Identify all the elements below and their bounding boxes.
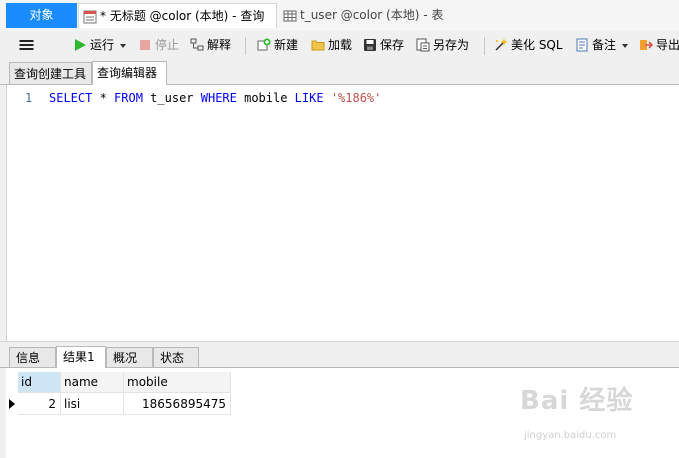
save-as-button[interactable]: 另存为: [416, 31, 469, 60]
sql-editor[interactable]: 1 SELECT * FROM t_user WHERE mobile LIKE…: [6, 85, 679, 341]
save-label: 保存: [380, 38, 405, 52]
folder-icon: [311, 40, 325, 50]
run-button[interactable]: 运行: [73, 31, 127, 60]
tab-table[interactable]: t_user @color (本地) - 表: [279, 3, 529, 28]
table-cell-id[interactable]: 2: [18, 394, 61, 415]
tab-table-label: t_user @color (本地) - 表: [300, 8, 444, 22]
explain-button[interactable]: 解释: [190, 31, 231, 60]
sql-keyword-from: FROM: [114, 91, 143, 105]
sql-code-line[interactable]: SELECT * FROM t_user WHERE mobile LIKE '…: [49, 91, 381, 105]
tab-overview[interactable]: 概况: [106, 347, 153, 367]
toolbar-divider: [484, 37, 485, 55]
tab-query[interactable]: * 无标题 @color (本地) - 查询: [78, 3, 277, 28]
comment-button[interactable]: 备注: [575, 31, 629, 60]
document-tab-bar: 对象 * 无标题 @color (本地) - 查询 t_user @color …: [0, 0, 679, 32]
comment-label: 备注: [592, 38, 617, 52]
watermark-url: jingyan.baidu.com: [524, 430, 617, 441]
export-label: 导出: [656, 38, 679, 52]
export-icon: [640, 39, 653, 50]
explain-icon: [190, 38, 204, 50]
column-header-name[interactable]: name: [61, 372, 124, 393]
table-icon: [283, 10, 297, 21]
load-label: 加载: [328, 38, 353, 52]
tab-status[interactable]: 状态: [153, 347, 199, 367]
column-header-mobile[interactable]: mobile: [124, 372, 231, 393]
load-button[interactable]: 加载: [311, 31, 352, 60]
chevron-down-icon[interactable]: [120, 43, 127, 48]
table-cell-mobile[interactable]: 18656895475: [124, 394, 231, 415]
new-label: 新建: [274, 38, 299, 52]
chevron-down-icon[interactable]: [622, 43, 629, 48]
save-button[interactable]: 保存: [363, 31, 404, 60]
toolbar-divider: [245, 37, 246, 55]
line-number: 1: [25, 91, 33, 105]
explain-label: 解释: [207, 38, 232, 52]
sql-keyword-where: WHERE: [200, 91, 237, 105]
tab-info[interactable]: 信息: [9, 347, 56, 367]
beautify-sql-label: 美化 SQL: [511, 38, 563, 52]
new-button[interactable]: 新建: [257, 31, 298, 60]
editor-mode-tabs: 查询创建工具 查询编辑器: [0, 60, 679, 85]
sql-token-column: mobile: [236, 91, 295, 105]
new-query-icon: [257, 38, 271, 50]
query-icon: [83, 10, 97, 23]
comment-icon: [576, 38, 588, 51]
watermark-logo: Bai 经验: [520, 386, 634, 416]
sql-token-star: *: [92, 91, 115, 105]
tab-query-label: * 无标题 @color (本地) - 查询: [100, 9, 265, 23]
sql-string-literal: '%186%': [330, 91, 382, 105]
save-as-icon: [416, 38, 430, 51]
play-icon: [75, 38, 86, 51]
tab-result1[interactable]: 结果1: [56, 346, 106, 368]
sql-token-table: t_user: [142, 91, 201, 105]
stop-icon: [140, 39, 150, 50]
tab-objects[interactable]: 对象: [6, 3, 77, 28]
sql-token-space: [324, 91, 331, 105]
hamburger-icon: [19, 39, 34, 50]
export-button[interactable]: 导出: [639, 31, 679, 60]
magic-wand-icon: [495, 38, 508, 51]
line-number-gutter: 1: [7, 85, 45, 341]
save-icon: [364, 38, 376, 51]
toolbar: 运行 停止 解释 新建 加载 保存 另存为 美化 SQL 备注 导出: [0, 31, 679, 60]
current-row-indicator-icon: [9, 399, 15, 409]
watermark: Bai 经验 jingyan.baidu.com: [510, 380, 670, 452]
tab-query-builder[interactable]: 查询创建工具: [9, 62, 92, 84]
tab-query-editor[interactable]: 查询编辑器: [92, 61, 167, 85]
stop-label: 停止: [155, 38, 180, 52]
stop-button[interactable]: 停止: [138, 31, 179, 60]
sql-keyword-like: LIKE: [294, 91, 324, 105]
column-header-id[interactable]: id: [18, 372, 61, 393]
menu-button[interactable]: [19, 31, 37, 60]
save-as-label: 另存为: [433, 38, 470, 52]
table-cell-name[interactable]: lisi: [61, 394, 124, 415]
result-tabs: 信息 结果1 概况 状态: [0, 345, 679, 368]
run-label: 运行: [90, 38, 115, 52]
sql-keyword-select: SELECT: [49, 91, 93, 105]
beautify-sql-button[interactable]: 美化 SQL: [494, 31, 563, 60]
